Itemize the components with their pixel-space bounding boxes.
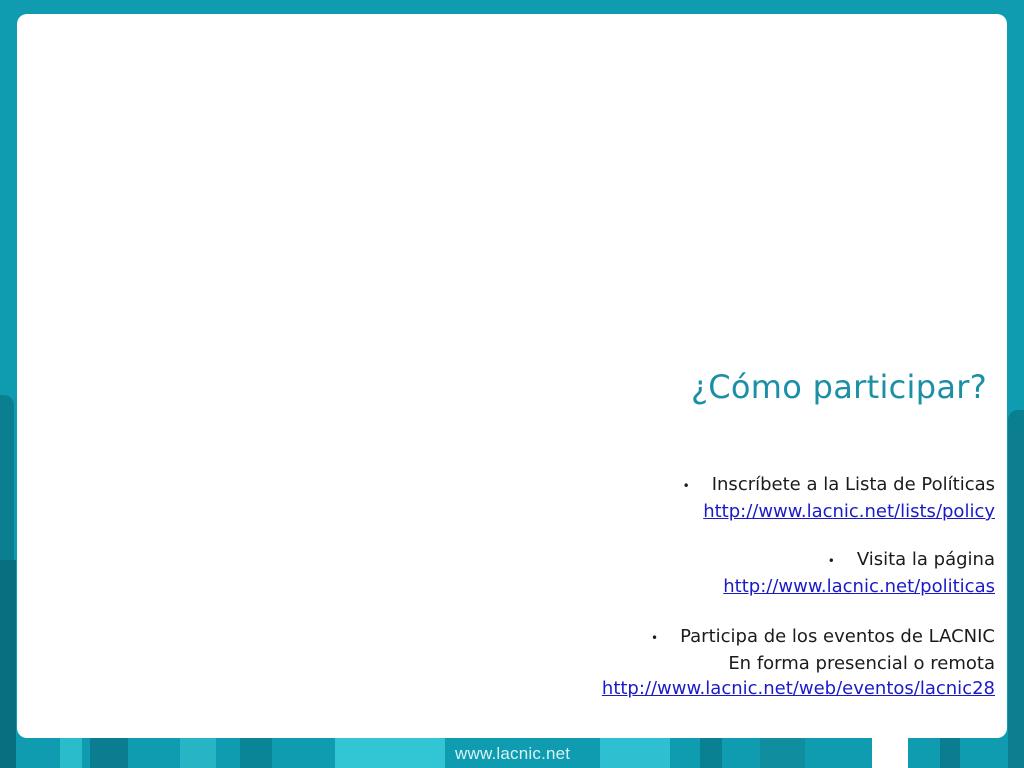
bullet-item: • Participa de los eventos de LACNIC En … <box>602 624 995 701</box>
background-stripe <box>872 738 908 768</box>
bullet-item: • Inscríbete a la Lista de Políticas htt… <box>683 472 995 524</box>
bullet-line: • Inscríbete a la Lista de Políticas <box>683 472 995 499</box>
bullet-subtext: En forma presencial o remota <box>728 653 995 674</box>
background-stripe <box>60 738 82 768</box>
bullet-line: • Participa de los eventos de LACNIC <box>602 624 995 651</box>
background-stripe <box>0 560 16 768</box>
background-stripe <box>700 738 722 768</box>
bullet-text: Visita la página <box>856 549 995 570</box>
bullet-item: • Visita la página http://www.lacnic.net… <box>723 547 995 599</box>
bullet-dot: • <box>682 479 690 493</box>
events-link[interactable]: http://www.lacnic.net/web/eventos/lacnic… <box>602 676 995 701</box>
policies-page-link[interactable]: http://www.lacnic.net/politicas <box>723 574 995 599</box>
background-stripe <box>335 738 445 768</box>
background-stripe <box>180 738 216 768</box>
background-stripe <box>90 738 128 768</box>
bullet-line: • Visita la página <box>723 547 995 574</box>
bullet-dot: • <box>827 554 835 568</box>
background-stripe <box>760 738 805 768</box>
slide-title: ¿Cómo participar? <box>691 368 987 406</box>
bullet-text: Inscríbete a la Lista de Políticas <box>711 474 995 495</box>
bullet-dot: • <box>651 631 659 645</box>
background-stripe <box>600 738 670 768</box>
background-stripe <box>940 738 960 768</box>
footer-url: www.lacnic.net <box>455 744 571 763</box>
background-stripe <box>240 738 272 768</box>
bullet-text: Participa de los eventos de LACNIC <box>680 626 995 647</box>
background-stripe <box>1008 410 1024 768</box>
policy-list-link[interactable]: http://www.lacnic.net/lists/policy <box>683 499 995 524</box>
